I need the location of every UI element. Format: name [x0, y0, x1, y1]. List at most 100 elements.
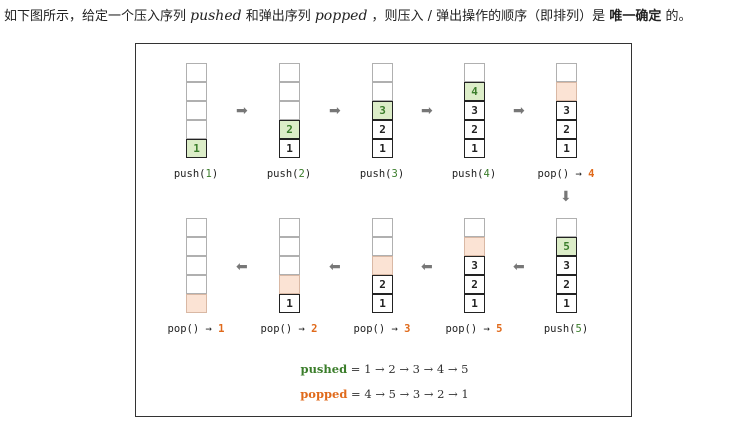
stack-cell: 1 — [556, 294, 577, 313]
arrow-left-icon: ⬅ — [513, 259, 525, 275]
stack-cell — [464, 237, 485, 256]
stack-cell: 1 — [186, 139, 207, 158]
stack-cell — [186, 218, 207, 237]
operation-argument: 3 — [391, 168, 398, 180]
popped-sequence-value: = 4 → 5 → 3 → 2 → 1 — [347, 387, 469, 401]
operation-caption: push(5) — [543, 323, 589, 335]
stack-cell: 2 — [556, 120, 577, 139]
intro-part-4: 的。 — [661, 9, 692, 24]
stack-cell: 3 — [556, 101, 577, 120]
stack-cell — [372, 256, 393, 275]
stack-cell — [556, 82, 577, 101]
operation-caption: push(1) — [173, 168, 219, 180]
operation-result: 1 — [218, 323, 225, 335]
stack-cell — [556, 218, 577, 237]
operation-name: push — [451, 168, 478, 180]
operation-caption: pop() → 2 — [260, 323, 318, 335]
operation-name: pop — [167, 323, 187, 335]
operation-caption: pop() → 4 — [537, 168, 595, 180]
operation-name: push — [266, 168, 293, 180]
stack-cell — [372, 218, 393, 237]
diagram-frame: pushed = 1 → 2 → 3 → 4 → 5 popped = 4 → … — [135, 43, 632, 417]
operation-argument: 1 — [205, 168, 212, 180]
operation-name: push — [543, 323, 570, 335]
operation-caption: push(4) — [451, 168, 497, 180]
pushed-sequence-value: = 1 → 2 → 3 → 4 → 5 — [347, 362, 469, 376]
stack-cell — [279, 63, 300, 82]
arrow-right-icon: ➡ — [513, 103, 525, 119]
popped-sequence: popped = 4 → 5 → 3 → 2 → 1 — [136, 387, 633, 401]
stack-cell: 3 — [556, 256, 577, 275]
stack-cell — [186, 120, 207, 139]
stack-cell: 1 — [556, 139, 577, 158]
stack-cell: 5 — [556, 237, 577, 256]
pushed-sequence-label: pushed — [300, 362, 348, 376]
operation-name: push — [173, 168, 200, 180]
arrow-left-icon: ⬅ — [236, 259, 248, 275]
stack-cell — [186, 82, 207, 101]
operation-result: 5 — [496, 323, 503, 335]
stack-cell: 2 — [372, 275, 393, 294]
stack-cell — [372, 63, 393, 82]
stack-cell: 2 — [279, 120, 300, 139]
stack-cell — [556, 63, 577, 82]
stack-cell — [372, 82, 393, 101]
operation-caption: pop() → 1 — [167, 323, 225, 335]
stack-cell: 1 — [279, 294, 300, 313]
operation-name: pop — [260, 323, 280, 335]
stack-cell: 2 — [556, 275, 577, 294]
operation-argument: 5 — [575, 323, 582, 335]
stack-cell: 1 — [279, 139, 300, 158]
operation-argument: 4 — [483, 168, 490, 180]
stack-cell — [186, 63, 207, 82]
operation-name: push — [359, 168, 386, 180]
stack-cell — [279, 82, 300, 101]
stack-cell — [186, 294, 207, 313]
stack-cell — [464, 63, 485, 82]
arrow-right-icon: ➡ — [329, 103, 341, 119]
stack-cell: 3 — [464, 256, 485, 275]
operation-result: 2 — [311, 323, 318, 335]
stack-cell: 1 — [372, 139, 393, 158]
intro-text: 如下图所示，给定一个压入序列 pushed 和弹出序列 popped ，则压入 … — [4, 6, 691, 27]
popped-term: popped — [314, 8, 368, 24]
stack-cell — [186, 237, 207, 256]
arrow-right-icon: ➡ — [421, 103, 433, 119]
intro-part-3: ，则压入 / 弹出操作的顺序（即排列）是 — [367, 9, 610, 24]
stack-cell — [279, 275, 300, 294]
arrow-left-icon: ⬅ — [421, 259, 433, 275]
stack-cell: 4 — [464, 82, 485, 101]
operation-caption: pop() → 5 — [445, 323, 503, 335]
operation-name: pop — [353, 323, 373, 335]
stack-cell — [279, 256, 300, 275]
stack-cell: 2 — [464, 120, 485, 139]
operation-result: 4 — [588, 168, 595, 180]
arrow-down-icon: ⬇ — [560, 189, 572, 205]
operation-name: pop — [537, 168, 557, 180]
arrow-left-icon: ⬅ — [329, 259, 341, 275]
popped-sequence-label: popped — [300, 387, 348, 401]
intro-emphasis: 唯一确定 — [609, 9, 662, 24]
stack-cell — [279, 218, 300, 237]
operation-caption: push(2) — [266, 168, 312, 180]
arrow-right-icon: ➡ — [236, 103, 248, 119]
pushed-sequence: pushed = 1 → 2 → 3 → 4 → 5 — [136, 362, 633, 376]
stack-cell: 1 — [464, 139, 485, 158]
stack-cell — [279, 237, 300, 256]
operation-name: pop — [445, 323, 465, 335]
stack-cell: 1 — [372, 294, 393, 313]
operation-result: 3 — [404, 323, 411, 335]
operation-caption: push(3) — [359, 168, 405, 180]
stack-cell — [279, 101, 300, 120]
stack-cell: 1 — [464, 294, 485, 313]
stack-cell — [464, 218, 485, 237]
stack-cell — [372, 237, 393, 256]
intro-part-2: 和弹出序列 — [241, 9, 315, 24]
stack-cell — [186, 256, 207, 275]
stack-cell — [186, 101, 207, 120]
operation-caption: pop() → 3 — [353, 323, 411, 335]
stack-cell: 3 — [372, 101, 393, 120]
pushed-term: pushed — [190, 8, 242, 24]
operation-argument: 2 — [298, 168, 305, 180]
stack-cell: 2 — [372, 120, 393, 139]
